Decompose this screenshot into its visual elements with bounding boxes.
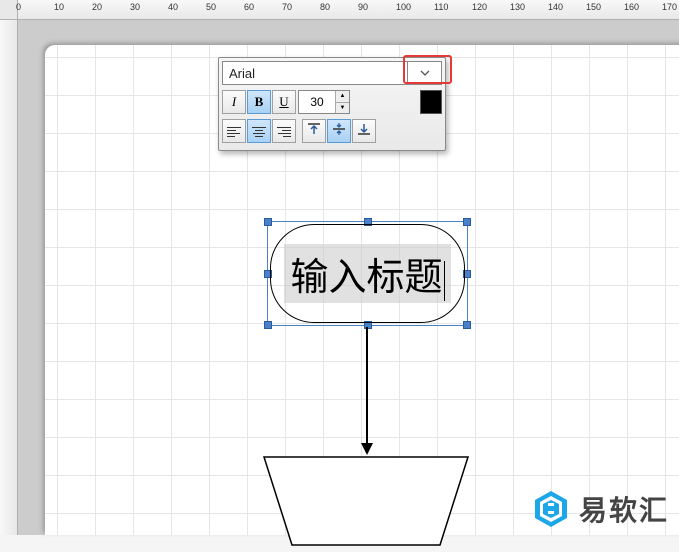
watermark-logo-icon — [531, 489, 571, 529]
ruler-tick: 90 — [358, 2, 368, 12]
resize-handle-se[interactable] — [463, 321, 471, 329]
bold-label: B — [255, 94, 264, 110]
terminator-shape[interactable]: 输入标题 — [270, 224, 465, 323]
valign-bottom-button[interactable] — [352, 119, 376, 143]
valign-top-button[interactable] — [302, 119, 326, 143]
ruler-tick: 140 — [548, 2, 563, 12]
font-family-select[interactable]: Arial — [222, 61, 408, 85]
align-left-button[interactable] — [222, 119, 246, 143]
connector-arrow[interactable] — [366, 327, 368, 453]
italic-label: I — [232, 94, 236, 110]
font-size-down[interactable]: ▼ — [336, 103, 349, 114]
align-left-icon — [227, 125, 241, 137]
trapezoid-shape[interactable] — [262, 455, 470, 547]
selection-box[interactable]: 输入标题 — [267, 221, 468, 326]
font-color-swatch[interactable] — [420, 90, 442, 114]
ruler-tick: 0 — [16, 2, 21, 12]
ruler-tick: 130 — [510, 2, 525, 12]
align-center-icon — [252, 125, 266, 137]
valign-top-icon — [307, 122, 321, 141]
align-right-icon — [277, 125, 291, 137]
ruler-tick: 150 — [586, 2, 601, 12]
font-size-up[interactable]: ▲ — [336, 91, 349, 103]
valign-middle-icon — [332, 122, 346, 141]
ruler-tick: 20 — [92, 2, 102, 12]
ruler-tick: 160 — [624, 2, 639, 12]
ruler-tick: 50 — [206, 2, 216, 12]
shape-text-editor[interactable]: 输入标题 — [284, 244, 450, 303]
resize-handle-nw[interactable] — [264, 218, 272, 226]
ruler-tick: 10 — [54, 2, 64, 12]
resize-handle-sw[interactable] — [264, 321, 272, 329]
ruler-horizontal: 0 10 20 30 40 50 60 70 80 90 100 110 120 130 140 150 160… — [18, 0, 679, 20]
ruler-tick: 80 — [320, 2, 330, 12]
resize-handle-ne[interactable] — [463, 218, 471, 226]
ruler-vertical — [0, 20, 18, 535]
ruler-tick: 40 — [168, 2, 178, 12]
font-family-value: Arial — [229, 66, 255, 81]
align-right-button[interactable] — [272, 119, 296, 143]
ruler-tick: 110 — [434, 2, 448, 12]
shape-text: 输入标题 — [290, 257, 442, 299]
valign-bottom-icon — [357, 122, 371, 141]
chevron-down-icon — [420, 70, 430, 76]
italic-button[interactable]: I — [222, 90, 246, 114]
ruler-tick: 30 — [130, 2, 140, 12]
ruler-tick: 100 — [396, 2, 411, 12]
ruler-tick: 60 — [244, 2, 254, 12]
valign-middle-button[interactable] — [327, 119, 351, 143]
ruler-tick: 170 — [662, 2, 677, 12]
font-size-input[interactable]: 30 ▲ ▼ — [298, 90, 350, 114]
bold-button[interactable]: B — [247, 90, 271, 114]
watermark-text: 易软汇 — [579, 489, 669, 529]
ruler-tick: 70 — [282, 2, 292, 12]
underline-label: U — [279, 94, 288, 110]
watermark: 易软汇 — [531, 489, 669, 529]
text-caret — [444, 261, 445, 301]
align-center-button[interactable] — [247, 119, 271, 143]
font-size-value: 30 — [299, 91, 335, 113]
text-format-toolbar: Arial I B U 30 ▲ ▼ — [218, 57, 446, 151]
underline-button[interactable]: U — [272, 90, 296, 114]
ruler-tick: 120 — [472, 2, 487, 12]
font-family-dropdown-button[interactable] — [408, 61, 442, 85]
